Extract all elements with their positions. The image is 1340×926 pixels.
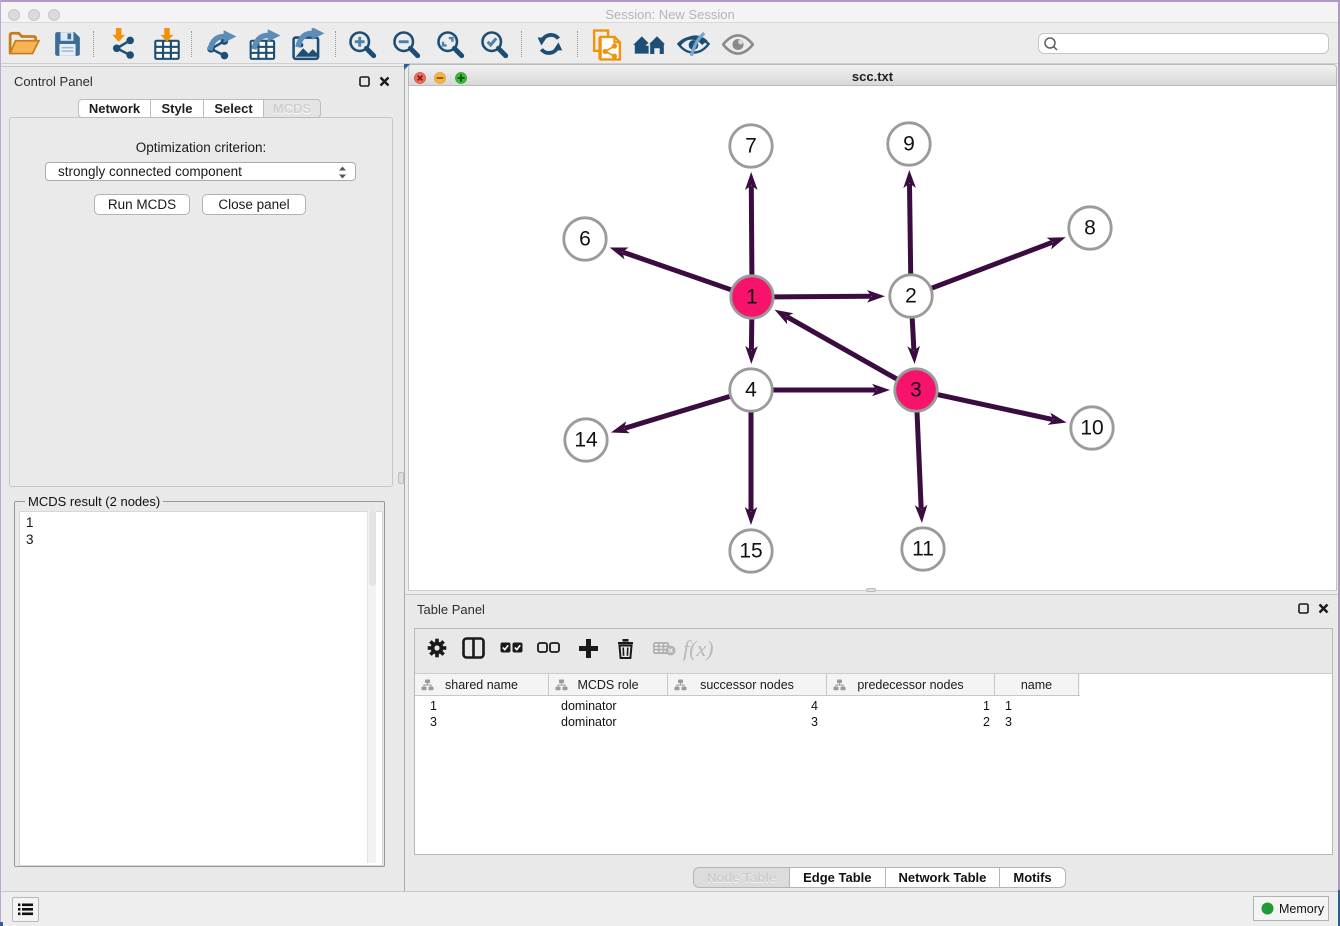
- svg-text:11: 11: [912, 538, 934, 561]
- svg-text:14: 14: [574, 429, 598, 452]
- svg-text:2: 2: [905, 285, 917, 308]
- svg-text:9: 9: [903, 133, 915, 156]
- svg-text:1: 1: [746, 286, 758, 309]
- svg-text:10: 10: [1080, 417, 1103, 440]
- svg-text:8: 8: [1084, 217, 1096, 240]
- svg-text:4: 4: [745, 379, 757, 402]
- svg-text:3: 3: [910, 379, 922, 402]
- svg-text:6: 6: [579, 228, 591, 251]
- svg-text:15: 15: [739, 540, 762, 563]
- svg-text:7: 7: [745, 135, 757, 158]
